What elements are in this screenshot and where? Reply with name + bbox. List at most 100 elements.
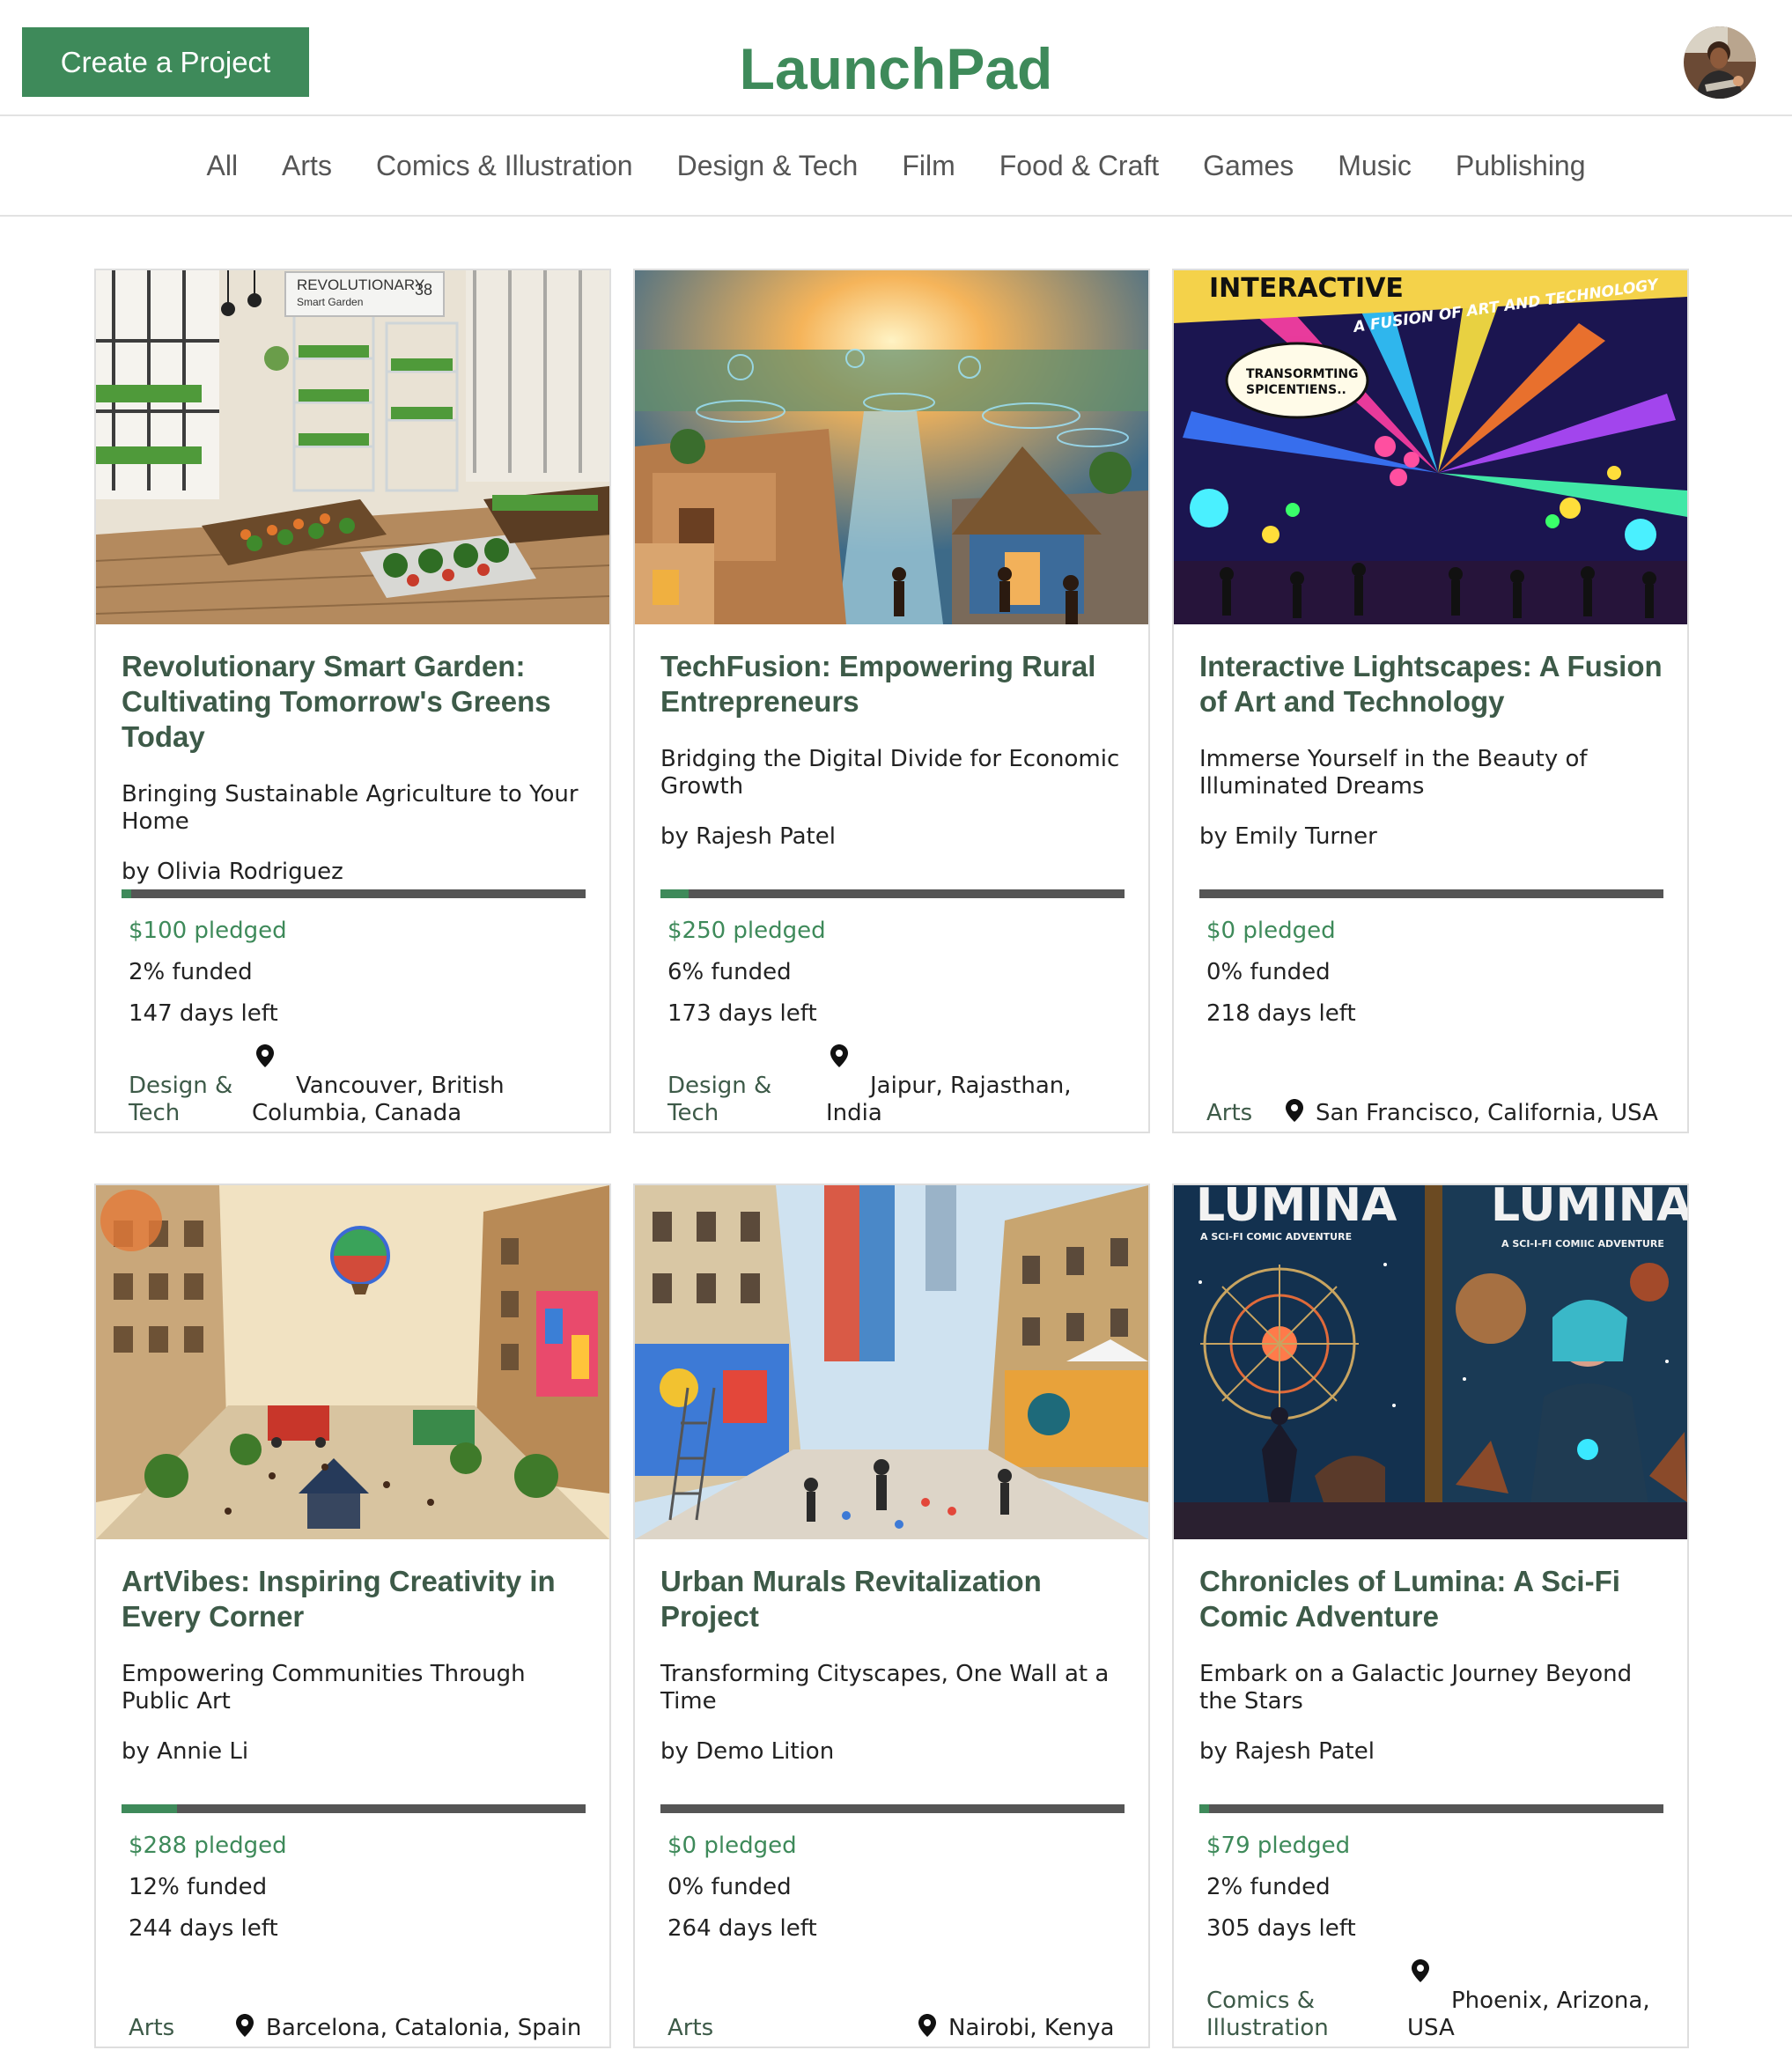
project-location: Jaipur, Rajasthan, India <box>826 1044 1108 1127</box>
project-subtitle: Bringing Sustainable Agriculture to Your… <box>122 781 579 835</box>
project-location: Nairobi, Kenya <box>918 2014 1147 2042</box>
nav-item-design-tech[interactable]: Design & Tech <box>677 150 859 182</box>
pledged-amount: $288 pledged <box>129 1833 287 1859</box>
project-stats: $0 pledged 0% funded 218 days left <box>1206 918 1356 1042</box>
funding-progress-bar <box>660 889 1125 898</box>
location-pin-icon <box>1286 1099 1303 1122</box>
card-body: ArtVibes: Inspiring Creativity in Every … <box>122 1564 588 1766</box>
card-footer: Arts Barcelona, Catalonia, Spain <box>129 1980 592 2042</box>
project-grid: REVOLUTIONARY Smart Garden 38 Revolution… <box>94 269 1689 2048</box>
card-body: Chronicles of Lumina: A Sci-Fi Comic Adv… <box>1199 1564 1666 1766</box>
project-stats: $288 pledged 12% funded 244 days left <box>129 1833 287 1957</box>
funded-percent: 0% funded <box>667 1874 792 1900</box>
project-subtitle: Transforming Cityscapes, One Wall at a T… <box>660 1661 1110 1715</box>
funding-progress-fill <box>1199 1804 1209 1813</box>
create-project-button[interactable]: Create a Project <box>22 27 309 97</box>
project-card[interactable]: ArtVibes: Inspiring Creativity in Every … <box>94 1184 611 2048</box>
card-footer: Arts Nairobi, Kenya <box>667 1980 1131 2042</box>
project-category[interactable]: Arts <box>1206 1100 1277 1127</box>
scifi-comic-image[interactable]: LUMINA A SCI-FI COMIC ADVENTURE LUMINA A… <box>1174 1185 1687 1539</box>
project-category[interactable]: Design & Tech <box>667 1073 773 1127</box>
category-nav: All Arts Comics & Illustration Design & … <box>0 116 1792 217</box>
card-body: Urban Murals Revitalization Project Tran… <box>660 1564 1127 1766</box>
project-stats: $79 pledged 2% funded 305 days left <box>1206 1833 1356 1957</box>
funding-progress-fill <box>660 889 689 898</box>
funded-percent: 2% funded <box>129 959 253 985</box>
pledged-amount: $250 pledged <box>667 918 826 944</box>
comic-title-left: LUMINA <box>1196 1185 1397 1232</box>
project-subtitle: Bridging the Digital Divide for Economic… <box>660 746 1120 800</box>
funding-progress-fill <box>122 1804 178 1813</box>
funding-progress-bar <box>122 889 586 898</box>
project-stats: $250 pledged 6% funded 173 days left <box>667 918 826 1042</box>
garden-sign-number: 38 <box>415 281 432 299</box>
funding-progress-bar <box>1199 1804 1663 1813</box>
card-body: Interactive Lightscapes: A Fusion of Art… <box>1199 649 1666 851</box>
lightscapes-image[interactable]: INTERACTIVE A FUSION OF ART AND TECHNOLO… <box>1174 270 1687 624</box>
garden-sign-text: REVOLUTIONARY <box>297 277 424 293</box>
project-author: by Emily Turner <box>1199 823 1377 850</box>
funding-progress-bar <box>122 1804 586 1813</box>
project-author: by Rajesh Patel <box>1199 1738 1375 1765</box>
project-card[interactable]: INTERACTIVE A FUSION OF ART AND TECHNOLO… <box>1172 269 1689 1133</box>
project-title[interactable]: Urban Murals Revitalization Project <box>660 1564 1127 1634</box>
project-category[interactable]: Arts <box>667 2015 738 2042</box>
project-author: by Demo Lition <box>660 1738 835 1765</box>
location-text: San Francisco, California, USA <box>1316 1100 1658 1126</box>
nav-item-arts[interactable]: Arts <box>282 150 332 182</box>
location-pin-icon <box>1412 1959 1429 1982</box>
nav-item-publishing[interactable]: Publishing <box>1456 150 1586 182</box>
project-stats: $0 pledged 0% funded 264 days left <box>667 1833 817 1957</box>
project-card[interactable]: REVOLUTIONARY Smart Garden 38 Revolution… <box>94 269 611 1133</box>
funding-progress-fill <box>122 889 131 898</box>
pledged-amount: $0 pledged <box>1206 918 1336 944</box>
funded-percent: 2% funded <box>1206 1874 1331 1900</box>
location-pin-icon <box>256 1044 274 1067</box>
urban-murals-image[interactable] <box>635 1185 1148 1539</box>
rural-tech-image[interactable] <box>635 270 1148 624</box>
project-title[interactable]: ArtVibes: Inspiring Creativity in Every … <box>122 1564 588 1634</box>
project-category[interactable]: Comics & Illustration <box>1206 1988 1383 2042</box>
location-pin-icon <box>918 2014 936 2037</box>
location-text: Barcelona, Catalonia, Spain <box>266 2015 582 2041</box>
project-title[interactable]: Chronicles of Lumina: A Sci-Fi Comic Adv… <box>1199 1564 1666 1634</box>
nav-item-all[interactable]: All <box>206 150 238 182</box>
pledged-amount: $79 pledged <box>1206 1833 1351 1859</box>
days-left: 218 days left <box>1206 1000 1356 1027</box>
project-card[interactable]: TechFusion: Empowering Rural Entrepreneu… <box>633 269 1150 1133</box>
location-text: Vancouver, British Columbia, Canada <box>252 1073 505 1126</box>
smart-garden-image[interactable]: REVOLUTIONARY Smart Garden 38 <box>96 270 609 624</box>
nav-item-film[interactable]: Film <box>902 150 955 182</box>
user-avatar[interactable] <box>1684 26 1756 99</box>
project-subtitle: Embark on a Galactic Journey Beyond the … <box>1199 1661 1633 1715</box>
project-card[interactable]: LUMINA A SCI-FI COMIC ADVENTURE LUMINA A… <box>1172 1184 1689 2048</box>
nav-item-comics-illustration[interactable]: Comics & Illustration <box>376 150 633 182</box>
project-subtitle: Empowering Communities Through Public Ar… <box>122 1661 526 1715</box>
funding-progress-bar <box>1199 889 1663 898</box>
days-left: 244 days left <box>129 1915 278 1942</box>
location-text: Nairobi, Kenya <box>948 2015 1115 2041</box>
funded-percent: 6% funded <box>667 959 792 985</box>
funded-percent: 0% funded <box>1206 959 1331 985</box>
nav-item-music[interactable]: Music <box>1338 150 1412 182</box>
nav-item-food-craft[interactable]: Food & Craft <box>999 150 1159 182</box>
nav-item-games[interactable]: Games <box>1203 150 1294 182</box>
project-title[interactable]: Interactive Lightscapes: A Fusion of Art… <box>1199 649 1666 719</box>
project-category[interactable]: Arts <box>129 2015 199 2042</box>
project-title[interactable]: Revolutionary Smart Garden: Cultivating … <box>122 649 588 755</box>
project-card[interactable]: Urban Murals Revitalization Project Tran… <box>633 1184 1150 2048</box>
card-footer: Design & Tech Vancouver, British Columbi… <box>129 1044 592 1127</box>
card-body: TechFusion: Empowering Rural Entrepreneu… <box>660 649 1127 851</box>
comic-sub-left: A SCI-FI COMIC ADVENTURE <box>1200 1231 1352 1243</box>
card-body: Revolutionary Smart Garden: Cultivating … <box>122 649 588 886</box>
comic-title-right: LUMINA <box>1491 1185 1687 1232</box>
city-art-image[interactable] <box>96 1185 609 1539</box>
project-author: by Olivia Rodriguez <box>122 859 343 885</box>
project-category[interactable]: Design & Tech <box>129 1073 234 1127</box>
project-location: Vancouver, British Columbia, Canada <box>252 1044 534 1127</box>
project-title[interactable]: TechFusion: Empowering Rural Entrepreneu… <box>660 649 1127 719</box>
days-left: 264 days left <box>667 1915 817 1942</box>
project-author: by Rajesh Patel <box>660 823 836 850</box>
project-subtitle: Immerse Yourself in the Beauty of Illumi… <box>1199 746 1588 800</box>
card-footer: Design & Tech Jaipur, Rajasthan, India <box>667 1044 1131 1127</box>
